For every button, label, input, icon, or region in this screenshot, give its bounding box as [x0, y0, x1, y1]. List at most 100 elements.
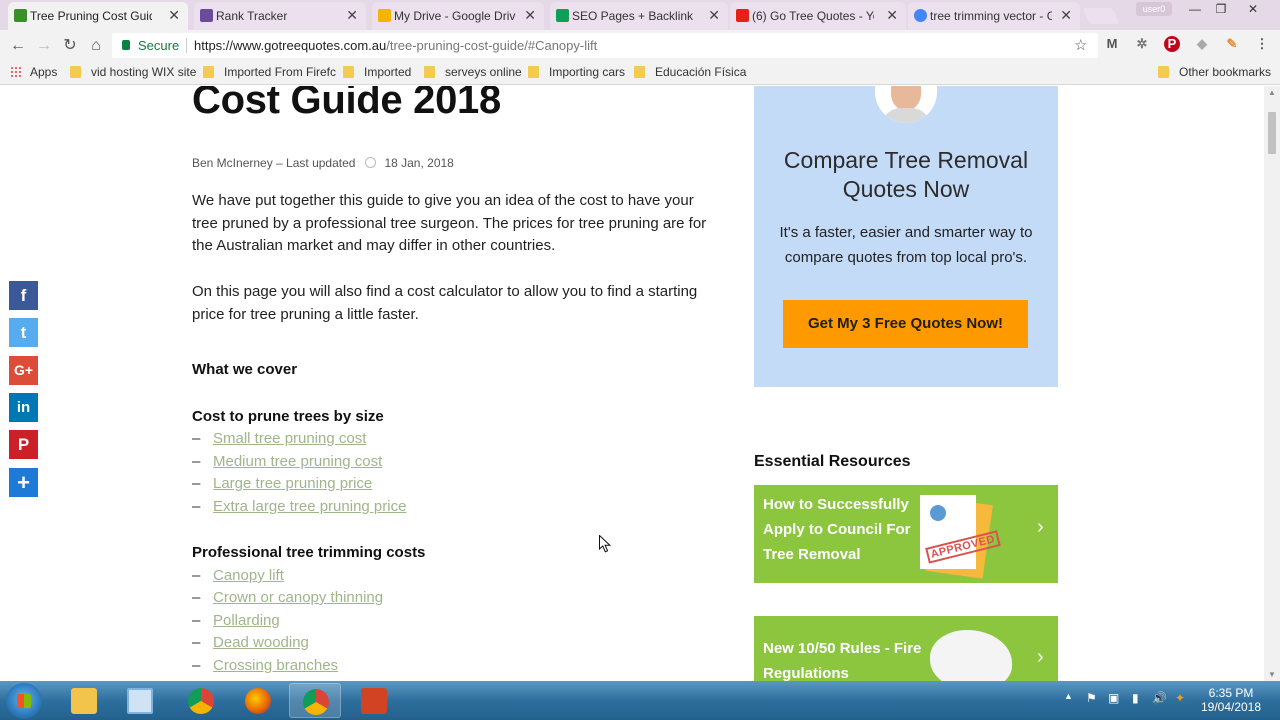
- bookmark-folder[interactable]: Imported: [343, 65, 411, 79]
- file-explorer-taskbar-button[interactable]: [58, 683, 110, 718]
- crossing-branches-link[interactable]: Crossing branches: [213, 657, 338, 674]
- maximize-button[interactable]: ❐: [1208, 2, 1234, 18]
- list-item: – Medium tree pruning cost: [192, 453, 382, 470]
- approved-stamp: APPROVED: [925, 530, 1001, 564]
- approved-document-icon: APPROVED: [920, 491, 1001, 579]
- system-clock[interactable]: 6:35 PM 19/04/2018: [1196, 686, 1266, 714]
- canopy-lift-link[interactable]: Canopy lift: [213, 567, 284, 584]
- profile-button[interactable]: user0: [1136, 2, 1172, 16]
- bookmark-folder[interactable]: serveys online: [424, 65, 522, 79]
- pollarding-link[interactable]: Pollarding: [213, 612, 280, 629]
- rank-tracker-favicon-icon: [200, 9, 213, 22]
- bookmark-folder[interactable]: vid hosting WIX site: [70, 65, 196, 79]
- extra-large-tree-link[interactable]: Extra large tree pruning price: [213, 498, 406, 515]
- bookmark-apps[interactable]: Apps: [10, 65, 57, 79]
- start-button[interactable]: [6, 683, 42, 719]
- close-tab-icon[interactable]: ✕: [1060, 7, 1072, 24]
- resource-fire-card[interactable]: New 10/50 Rules - Fire Regulations ›: [754, 616, 1058, 681]
- list-item: – Canopy lift: [192, 567, 284, 584]
- close-tab-icon[interactable]: ✕: [524, 7, 536, 24]
- close-window-button[interactable]: ✕: [1240, 2, 1266, 18]
- address-bar[interactable]: Secure https://www.gotreequotes.com.au/t…: [112, 33, 1098, 58]
- settings-extension-icon[interactable]: ✲: [1134, 36, 1150, 52]
- tab-google-drive[interactable]: My Drive - Google Drive ✕: [372, 2, 544, 30]
- powerpoint-taskbar-button[interactable]: [348, 683, 400, 718]
- chrome-taskbar-button[interactable]: [175, 683, 227, 718]
- folder-icon: [528, 66, 539, 78]
- large-tree-link[interactable]: Large tree pruning price: [213, 475, 372, 492]
- other-bookmarks[interactable]: Other bookmarks: [1158, 65, 1271, 79]
- windows-logo-icon: [17, 694, 31, 708]
- article-meta: Ben McInerney – Last updated 18 Jan, 2018: [192, 156, 454, 170]
- drive-extension-icon[interactable]: ◆: [1194, 36, 1210, 52]
- crown-thinning-link[interactable]: Crown or canopy thinning: [213, 589, 383, 606]
- intro-paragraph: We have put together this guide to give …: [192, 192, 707, 254]
- googleplus-share-icon[interactable]: G+: [9, 356, 38, 385]
- list-dash: –: [192, 430, 201, 447]
- pinterest-share-icon[interactable]: P: [9, 430, 38, 459]
- twitter-share-icon[interactable]: t: [9, 318, 38, 347]
- vertical-scrollbar[interactable]: ▲ ▼: [1264, 86, 1280, 681]
- gmail-icon[interactable]: M: [1104, 36, 1120, 52]
- toc-heading: What we cover: [192, 361, 298, 378]
- minimize-button[interactable]: —: [1182, 2, 1208, 18]
- action-center-icon[interactable]: ⚑: [1086, 691, 1097, 705]
- tab-tree-pruning[interactable]: Tree Pruning Cost Guide ✕: [8, 2, 188, 30]
- more-share-icon[interactable]: +: [9, 468, 38, 497]
- resource-council-card[interactable]: How to Successfully Apply to Council For…: [754, 485, 1058, 583]
- volume-icon[interactable]: 🔊: [1152, 691, 1167, 705]
- tab-strip: Tree Pruning Cost Guide ✕ Rank Tracker ✕…: [0, 0, 1280, 30]
- scrollbar-thumb[interactable]: [1268, 112, 1276, 154]
- folder-icon: [1158, 66, 1169, 78]
- device-icon[interactable]: ▣: [1108, 691, 1119, 705]
- app-tray-icon[interactable]: ✦: [1175, 691, 1185, 705]
- show-hidden-icons[interactable]: ▲: [1064, 691, 1073, 701]
- file-explorer-icon: [71, 688, 97, 714]
- rock-image-icon: [930, 630, 1012, 681]
- sheets-favicon-icon: [556, 9, 569, 22]
- bookmark-star-icon[interactable]: ☆: [1074, 36, 1087, 54]
- firefox-taskbar-button[interactable]: [232, 683, 284, 718]
- list-item: – Crossing branches: [192, 657, 338, 674]
- close-tab-icon[interactable]: ✕: [708, 7, 720, 24]
- bookmark-folder[interactable]: Educación Física: [634, 65, 746, 79]
- chrome-active-taskbar-button[interactable]: [289, 683, 341, 718]
- bookmark-folder[interactable]: Importing cars: [528, 65, 625, 79]
- folder-icon: [424, 66, 435, 78]
- get-quotes-button[interactable]: Get My 3 Free Quotes Now!: [783, 300, 1028, 348]
- close-tab-icon[interactable]: ✕: [886, 7, 898, 24]
- medium-tree-link[interactable]: Medium tree pruning cost: [213, 453, 382, 470]
- dead-wooding-link[interactable]: Dead wooding: [213, 634, 309, 651]
- menu-icon[interactable]: ⋮: [1254, 36, 1270, 52]
- reload-button[interactable]: ↻: [60, 36, 80, 56]
- network-icon[interactable]: ▮: [1132, 691, 1139, 705]
- folder-icon: [203, 66, 214, 78]
- tab-youtube[interactable]: (6) Go Tree Quotes - Yo ✕: [730, 2, 906, 30]
- home-button[interactable]: ⌂: [86, 36, 106, 56]
- tag-extension-icon[interactable]: ✎: [1224, 36, 1240, 52]
- scroll-up-icon[interactable]: ▲: [1268, 88, 1276, 97]
- close-tab-icon[interactable]: ✕: [346, 7, 358, 24]
- scroll-down-icon[interactable]: ▼: [1268, 670, 1276, 679]
- list-item: – Large tree pruning price: [192, 475, 372, 492]
- pinterest-extension-icon[interactable]: P: [1164, 36, 1180, 52]
- resource-title: How to Successfully Apply to Council For…: [763, 496, 911, 563]
- tab-google-search[interactable]: tree trimming vector - G ✕: [908, 2, 1080, 30]
- linkedin-share-icon[interactable]: in: [9, 393, 38, 422]
- avatar: [875, 86, 937, 123]
- back-button[interactable]: ←: [8, 36, 28, 56]
- notepad-taskbar-button[interactable]: [114, 683, 166, 718]
- facebook-share-icon[interactable]: f: [9, 281, 38, 310]
- forward-button[interactable]: →: [34, 36, 54, 56]
- tab-seo-pages[interactable]: SEO Pages + Backlink Pl ✕: [550, 2, 728, 30]
- new-tab-button[interactable]: [1082, 8, 1120, 24]
- calculator-paragraph: On this page you will also find a cost c…: [192, 283, 698, 323]
- url-text[interactable]: https://www.gotreequotes.com.au/tree-pru…: [194, 38, 597, 53]
- small-tree-link[interactable]: Small tree pruning cost: [213, 430, 366, 447]
- bookmark-label: Imported: [364, 65, 412, 79]
- list-dash: –: [192, 657, 201, 674]
- youtube-favicon-icon: [736, 9, 749, 22]
- tab-rank-tracker[interactable]: Rank Tracker ✕: [194, 2, 366, 30]
- bookmark-folder[interactable]: Imported From Firefc: [203, 65, 336, 79]
- close-tab-icon[interactable]: ✕: [168, 7, 180, 24]
